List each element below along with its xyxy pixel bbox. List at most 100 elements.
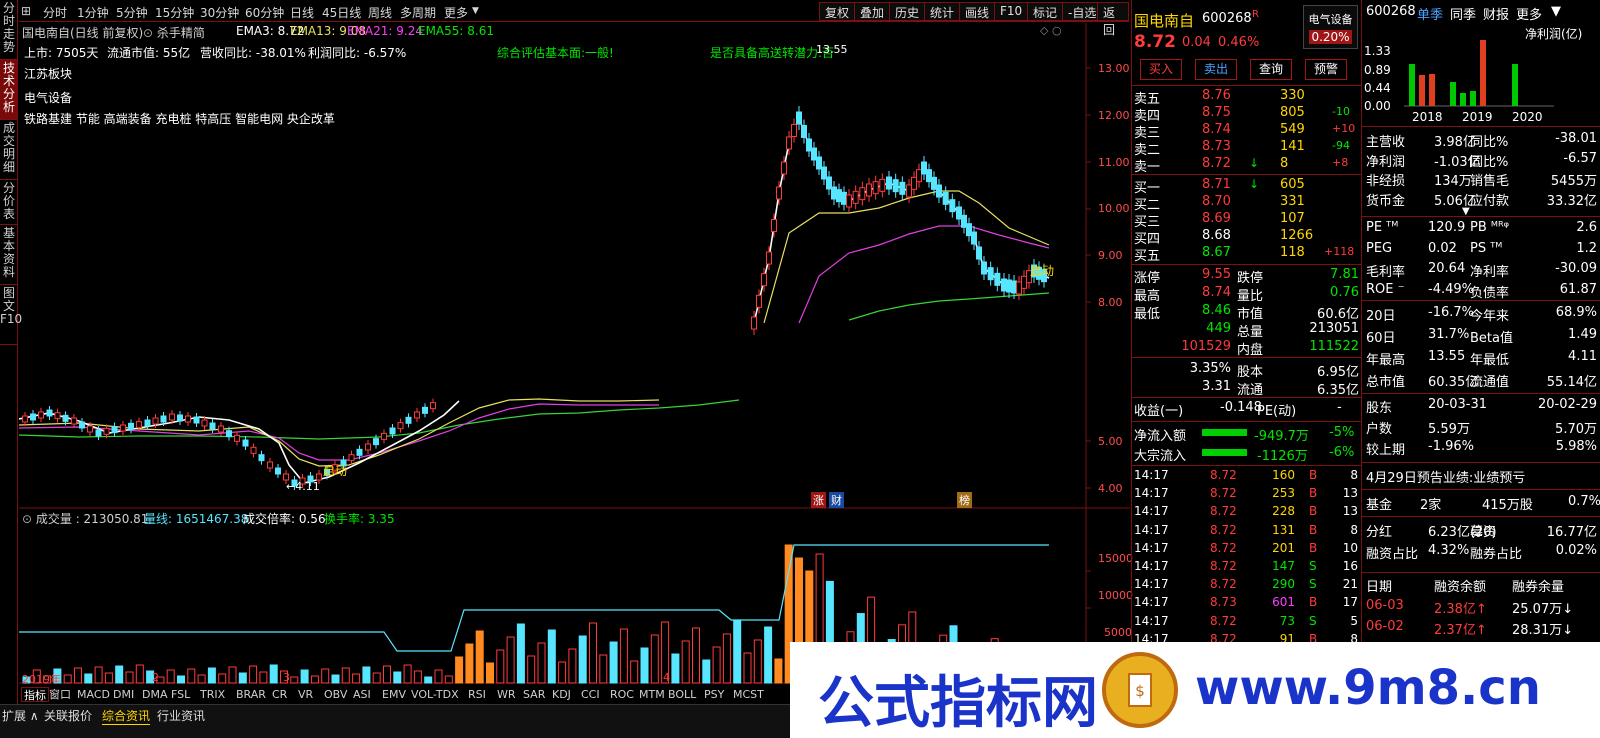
chart-options-icon[interactable]: ◇ ○ — [1040, 24, 1062, 37]
period-more[interactable]: 更多 — [444, 4, 468, 21]
indicator-tab-vol-tdx[interactable]: VOL-TDX — [411, 687, 459, 702]
indicator-tab-fsl[interactable]: FSL — [171, 687, 190, 702]
volume-tick: 5000 — [1104, 626, 1132, 639]
event-finance[interactable]: 财 — [829, 492, 844, 508]
indicator-tab-dmi[interactable]: DMI — [113, 687, 134, 702]
alert-button[interactable]: 预警 — [1305, 59, 1347, 80]
bid-row[interactable]: 买二 8.70 331 — [1132, 194, 1361, 213]
tick-row[interactable]: 14:17 8.72 147 S 16 — [1132, 559, 1361, 576]
tab-trades[interactable]: 成交明细 — [0, 120, 18, 180]
chevron-down-icon[interactable]: ▼ — [472, 6, 479, 16]
settings-icon[interactable]: ⊙ — [22, 512, 36, 526]
period-daily[interactable]: 日线 — [290, 4, 314, 21]
event-list[interactable]: 榜 — [957, 492, 972, 508]
candle-body — [38, 411, 44, 419]
sell-button[interactable]: 卖出 — [1195, 59, 1237, 80]
tab-report[interactable]: 财报 — [1483, 4, 1509, 23]
tab-technical[interactable]: 技术分析 — [0, 60, 18, 120]
fund-row: 货币金 5.06亿 应付款 33.32亿 — [1362, 190, 1600, 209]
ask-row[interactable]: 卖四 8.75 805 -10 — [1132, 105, 1361, 124]
tab-intraday[interactable]: 分时走势 — [0, 0, 18, 60]
query-button[interactable]: 查询 — [1250, 59, 1292, 80]
indicator-tab-mtm[interactable]: MTM — [639, 687, 665, 702]
indicator-tab-rsi[interactable]: RSI — [468, 687, 486, 702]
period-5min[interactable]: 5分钟 — [116, 4, 148, 21]
news-tab[interactable]: 综合资讯 — [102, 707, 151, 725]
industry-news-tab[interactable]: 行业资讯 — [157, 707, 205, 724]
price-tick: 11.00 — [1098, 156, 1130, 169]
indicator-tab-trix[interactable]: TRIX — [200, 687, 225, 702]
period-weekly[interactable]: 周线 — [368, 4, 392, 21]
period-1min[interactable]: 1分钟 — [77, 4, 109, 21]
chevron-down-icon[interactable]: ▼ — [1551, 4, 1561, 19]
ask-row[interactable]: 卖五 8.76 330 — [1132, 88, 1361, 107]
history-button[interactable]: 历史 — [889, 2, 926, 21]
bid-row[interactable]: 买一 8.71 605 — [1132, 177, 1361, 196]
event-limit-up[interactable]: 涨 — [811, 492, 826, 508]
period-60min[interactable]: 60分钟 — [245, 4, 284, 21]
period-30min[interactable]: 30分钟 — [200, 4, 239, 21]
collapse-icon[interactable]: ⊞ — [21, 4, 31, 18]
indicator-tab-boll[interactable]: BOLL — [668, 687, 696, 702]
earnings-notice[interactable]: 4月29日预告业绩:业绩预亏 — [1366, 467, 1525, 486]
tick-row[interactable]: 14:17 8.72 160 B 8 — [1132, 468, 1361, 485]
indicator-tab-brar[interactable]: BRAR — [236, 687, 266, 702]
candle-body — [987, 267, 994, 281]
tick-row[interactable]: 14:17 8.72 290 S 21 — [1132, 577, 1361, 594]
indicator-tab-vr[interactable]: VR — [298, 687, 313, 702]
overlay-button[interactable]: 叠加 — [854, 2, 891, 21]
period-45day[interactable]: 45日线 — [322, 4, 361, 21]
expand-button[interactable]: 扩展 ∧ — [2, 707, 39, 724]
indicator-tab-cci[interactable]: CCI — [581, 687, 600, 702]
tab-f10[interactable]: 图文F10 — [0, 285, 22, 345]
indicator-tab-psy[interactable]: PSY — [704, 687, 724, 702]
period-multi[interactable]: 多周期 — [400, 4, 436, 21]
f10-button[interactable]: F10 — [994, 2, 1029, 21]
sector-box[interactable]: 电气设备 0.20% — [1303, 5, 1358, 49]
back-button[interactable]: 返回 — [1097, 2, 1129, 37]
bid-row[interactable]: 买五 8.67 118 +118 — [1132, 245, 1361, 264]
tab-more[interactable]: 更多 — [1516, 4, 1542, 23]
ask-row[interactable]: 卖三 8.74 549 +10 — [1132, 122, 1361, 141]
ask-row[interactable]: 卖一 8.72 8 +8 — [1132, 156, 1361, 175]
indicator-tab-窗口[interactable]: 窗口 — [49, 687, 71, 702]
tab-quarter[interactable]: 单季 — [1417, 4, 1443, 23]
mark-button[interactable]: 标记 — [1027, 2, 1064, 21]
period-15min[interactable]: 15分钟 — [155, 4, 194, 21]
tick-row[interactable]: 14:17 8.73 601 B 17 — [1132, 595, 1361, 612]
indicator-tab-kdj[interactable]: KDJ — [552, 687, 571, 702]
stats-button[interactable]: 统计 — [924, 2, 961, 21]
tab-same-quarter[interactable]: 同季 — [1450, 4, 1476, 23]
bid-row[interactable]: 买四 8.68 1266 — [1132, 228, 1361, 247]
bid-price: 8.67 — [1202, 245, 1231, 260]
tick-row[interactable]: 14:17 8.72 228 B 13 — [1132, 504, 1361, 521]
tab-basic-info[interactable]: 基本资料 — [0, 225, 18, 285]
indicator-tab-wr[interactable]: WR — [497, 687, 516, 702]
draw-button[interactable]: 画线 — [959, 2, 996, 21]
indicator-tab-dma[interactable]: DMA — [142, 687, 168, 702]
tick-row[interactable]: 14:17 8.72 253 B 13 — [1132, 486, 1361, 503]
fund-row: 净利润 -1.03亿 同比% -6.57 — [1362, 151, 1600, 170]
period-fenshi[interactable]: 分时 — [43, 4, 67, 21]
settings-icon[interactable]: ⊙ — [143, 26, 157, 40]
ask-row[interactable]: 卖二 8.73 141 -94 — [1132, 139, 1361, 158]
buy-button[interactable]: 买入 — [1140, 59, 1182, 80]
indicator-tab-asi[interactable]: ASI — [353, 687, 371, 702]
indicator-tab-roc[interactable]: ROC — [610, 687, 634, 702]
indicator-tab-指标[interactable]: 指标 — [21, 687, 49, 702]
indicator-tab-emv[interactable]: EMV — [382, 687, 406, 702]
indicator-tab-mcst[interactable]: MCST — [733, 687, 764, 702]
bid-row[interactable]: 买三 8.69 107 — [1132, 211, 1361, 230]
indicator-tab-obv[interactable]: OBV — [324, 687, 347, 702]
indicator-tab-sar[interactable]: SAR — [523, 687, 545, 702]
indicator-name[interactable]: ⊙ 杀手精简 — [143, 24, 205, 41]
related-quotes-tab[interactable]: 关联报价 — [44, 707, 92, 724]
volume-bar — [238, 672, 247, 684]
tick-row[interactable]: 14:17 8.72 73 S 5 — [1132, 614, 1361, 631]
indicator-tab-macd[interactable]: MACD — [77, 687, 110, 702]
tick-row[interactable]: 14:17 8.72 131 B 8 — [1132, 523, 1361, 540]
indicator-tab-cr[interactable]: CR — [272, 687, 287, 702]
tab-price-table[interactable]: 分价表 — [0, 180, 18, 225]
tick-row[interactable]: 14:17 8.72 201 B 10 — [1132, 541, 1361, 558]
restore-button[interactable]: 复权 — [819, 2, 856, 21]
